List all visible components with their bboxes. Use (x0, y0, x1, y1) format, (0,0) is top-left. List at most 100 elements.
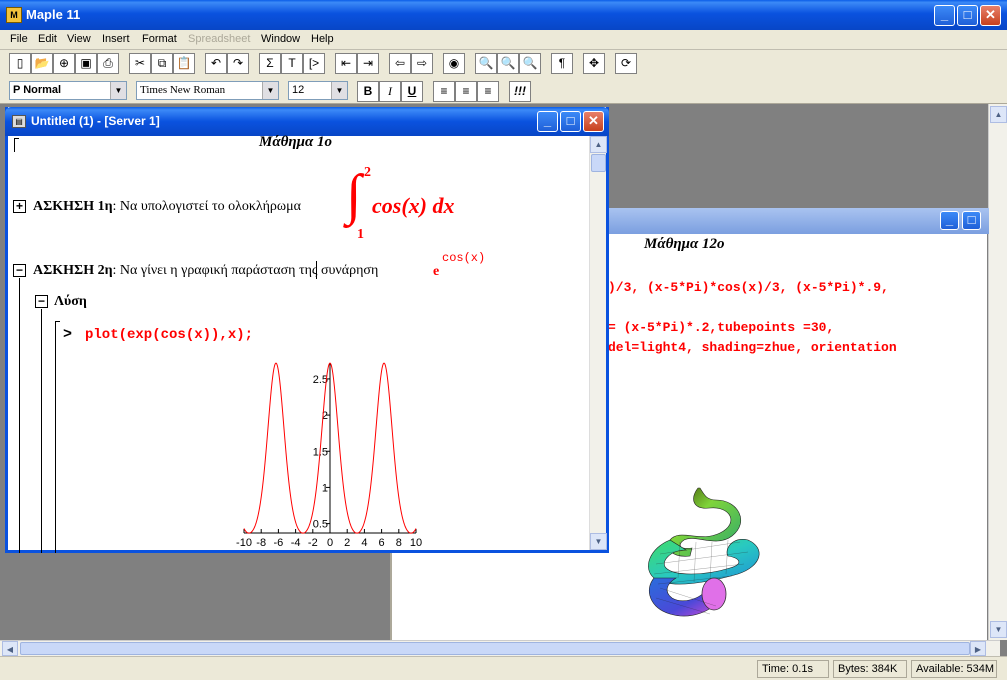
exp-exponent: cos(x) (442, 251, 486, 265)
maximize-button[interactable]: □ (957, 5, 978, 26)
open-url-icon[interactable]: ⊕ (53, 53, 75, 74)
font-select-value: Times New Roman (140, 84, 226, 96)
scroll-up-icon[interactable]: ▲ (990, 106, 1007, 123)
y-tick-label: 1 (322, 482, 328, 494)
back-icon[interactable]: ⇦ (389, 53, 411, 74)
outdent-icon[interactable]: ⇤ (335, 53, 357, 74)
scroll-left-icon[interactable]: ◀ (2, 641, 18, 656)
back-maximize-button[interactable]: □ (962, 211, 981, 230)
tube-plot-3d (648, 487, 760, 617)
menu-edit[interactable]: Edit (38, 33, 57, 45)
front-minimize-button[interactable]: _ (537, 111, 558, 132)
align-right-icon[interactable]: ≡ (477, 81, 499, 102)
scroll-right-icon[interactable]: ▶ (970, 641, 986, 656)
font-select[interactable]: Times New Roman ▼ (136, 81, 279, 100)
bold-button[interactable]: B (357, 81, 379, 102)
expand-section-1-icon[interactable]: + (13, 200, 26, 213)
back-code-line-3: del=light4, shading=zhue, orientation (608, 340, 897, 355)
math-input-icon[interactable]: Σ (259, 53, 281, 74)
front-vertical-scrollbar[interactable]: ▲ ▼ (589, 136, 607, 550)
redo-icon[interactable]: ↷ (227, 53, 249, 74)
menu-file[interactable]: File (10, 33, 28, 45)
copy-icon[interactable]: ⧉ (151, 53, 173, 74)
execute-all-button[interactable]: !!! (509, 81, 531, 102)
exercise-2-label: ΑΣΚΗΣΗ 2η (33, 263, 113, 278)
status-bytes: Bytes: 384K (833, 660, 907, 678)
exp-base: e (433, 264, 440, 279)
scroll-up-icon[interactable]: ▲ (590, 136, 607, 153)
collapse-solution-icon[interactable]: − (35, 295, 48, 308)
workspace-vertical-scrollbar[interactable]: ▲ ▼ (988, 104, 1007, 640)
italic-button[interactable]: I (379, 81, 401, 102)
menu-view[interactable]: View (67, 33, 91, 45)
app-title: Maple 11 (26, 7, 81, 22)
zoom-small-icon[interactable]: 🔍 (475, 53, 497, 74)
integral-sign: ∫ (346, 164, 362, 226)
pilcrow-icon[interactable]: ¶ (551, 53, 573, 74)
chevron-down-icon[interactable]: ▼ (110, 82, 126, 99)
menu-format[interactable]: Format (142, 33, 177, 45)
scroll-thumb[interactable] (591, 154, 606, 172)
save-icon[interactable]: ▣ (75, 53, 97, 74)
scroll-down-icon[interactable]: ▼ (990, 621, 1007, 638)
minimize-button[interactable]: _ (934, 5, 955, 26)
text-input-icon[interactable]: T (281, 53, 303, 74)
close-button[interactable]: ✕ (980, 5, 1001, 26)
exercise-1-label: ΑΣΚΗΣΗ 1η (33, 199, 113, 214)
menu-insert[interactable]: Insert (102, 33, 130, 45)
menu-window[interactable]: Window (261, 33, 300, 45)
exec-group-cap (55, 321, 60, 322)
back-minimize-button[interactable]: _ (940, 211, 959, 230)
align-left-icon[interactable]: ≡ (433, 81, 455, 102)
exec-group-bar (55, 321, 56, 553)
back-code-line-1: )/3, (x-5*Pi)*cos(x)/3, (x-5*Pi)*.9, (608, 280, 889, 295)
exp-cos-plot: -10 -8 -6 -4 -2 0 2 4 6 8 100.511.522.5 (236, 362, 422, 549)
front-window-title-bar[interactable]: ▤ Untitled (1) - [Server 1] _ □ ✕ (5, 107, 609, 136)
exec-group-icon[interactable]: [> (303, 53, 325, 74)
format-toolbar: P Normal ▼ Times New Roman ▼ 12 ▼ B I U … (0, 78, 1007, 104)
menu-spreadsheet[interactable]: Spreadsheet (188, 33, 250, 45)
scroll-down-icon[interactable]: ▼ (590, 533, 607, 550)
status-bar: Time: 0.1s Bytes: 384K Available: 534M (0, 656, 1007, 680)
status-available: Available: 534M (911, 660, 997, 678)
stop-icon[interactable]: ◉ (443, 53, 465, 74)
x-tick-label: -4 (291, 537, 301, 549)
x-tick-label: -8 (256, 537, 266, 549)
plot-command[interactable]: plot(exp(cos(x)),x); (85, 327, 253, 343)
print-icon[interactable]: ⎙ (97, 53, 119, 74)
zoom-medium-icon[interactable]: 🔍 (497, 53, 519, 74)
exercise-2-line: ΑΣΚΗΣΗ 2η: Να γίνει η γραφική παράσταση … (33, 263, 378, 279)
integral-lower-bound: 1 (357, 227, 364, 242)
undo-icon[interactable]: ↶ (205, 53, 227, 74)
front-worksheet-window[interactable]: ▤ Untitled (1) - [Server 1] _ □ ✕ Μάθημα… (5, 107, 609, 553)
collapse-section-2-icon[interactable]: − (13, 264, 26, 277)
chevron-down-icon[interactable]: ▼ (262, 82, 278, 99)
move-icon[interactable]: ✥ (583, 53, 605, 74)
x-tick-label: -6 (274, 537, 284, 549)
size-select-value: 12 (292, 84, 305, 96)
new-icon[interactable]: ▯ (9, 53, 31, 74)
style-select[interactable]: P Normal ▼ (9, 81, 127, 100)
indent-icon[interactable]: ⇥ (357, 53, 379, 74)
horizontal-scroll-thumb[interactable] (20, 642, 970, 655)
integral-upper-bound: 2 (364, 165, 371, 180)
chevron-down-icon[interactable]: ▼ (331, 82, 347, 99)
align-center-icon[interactable]: ≡ (455, 81, 477, 102)
front-maximize-button[interactable]: □ (560, 111, 581, 132)
exercise-2-text: : Να γίνει η γραφική παράσταση της συνάρ… (112, 263, 379, 278)
forward-icon[interactable]: ⇨ (411, 53, 433, 74)
menu-help[interactable]: Help (311, 33, 334, 45)
paste-icon[interactable]: 📋 (173, 53, 195, 74)
x-tick-label: 10 (410, 537, 422, 549)
cut-icon[interactable]: ✂ (129, 53, 151, 74)
restart-icon[interactable]: ⟳ (615, 53, 637, 74)
horizontal-scrollbar[interactable]: ◀ ▶ (0, 640, 1000, 656)
input-prompt: > (63, 326, 73, 343)
zoom-large-icon[interactable]: 🔍 (519, 53, 541, 74)
size-select[interactable]: 12 ▼ (288, 81, 348, 100)
app-title-bar[interactable]: M Maple 11 _ □ ✕ (0, 0, 1007, 30)
status-time: Time: 0.1s (757, 660, 829, 678)
front-close-button[interactable]: ✕ (583, 111, 604, 132)
open-icon[interactable]: 📂 (31, 53, 53, 74)
underline-button[interactable]: U (401, 81, 423, 102)
